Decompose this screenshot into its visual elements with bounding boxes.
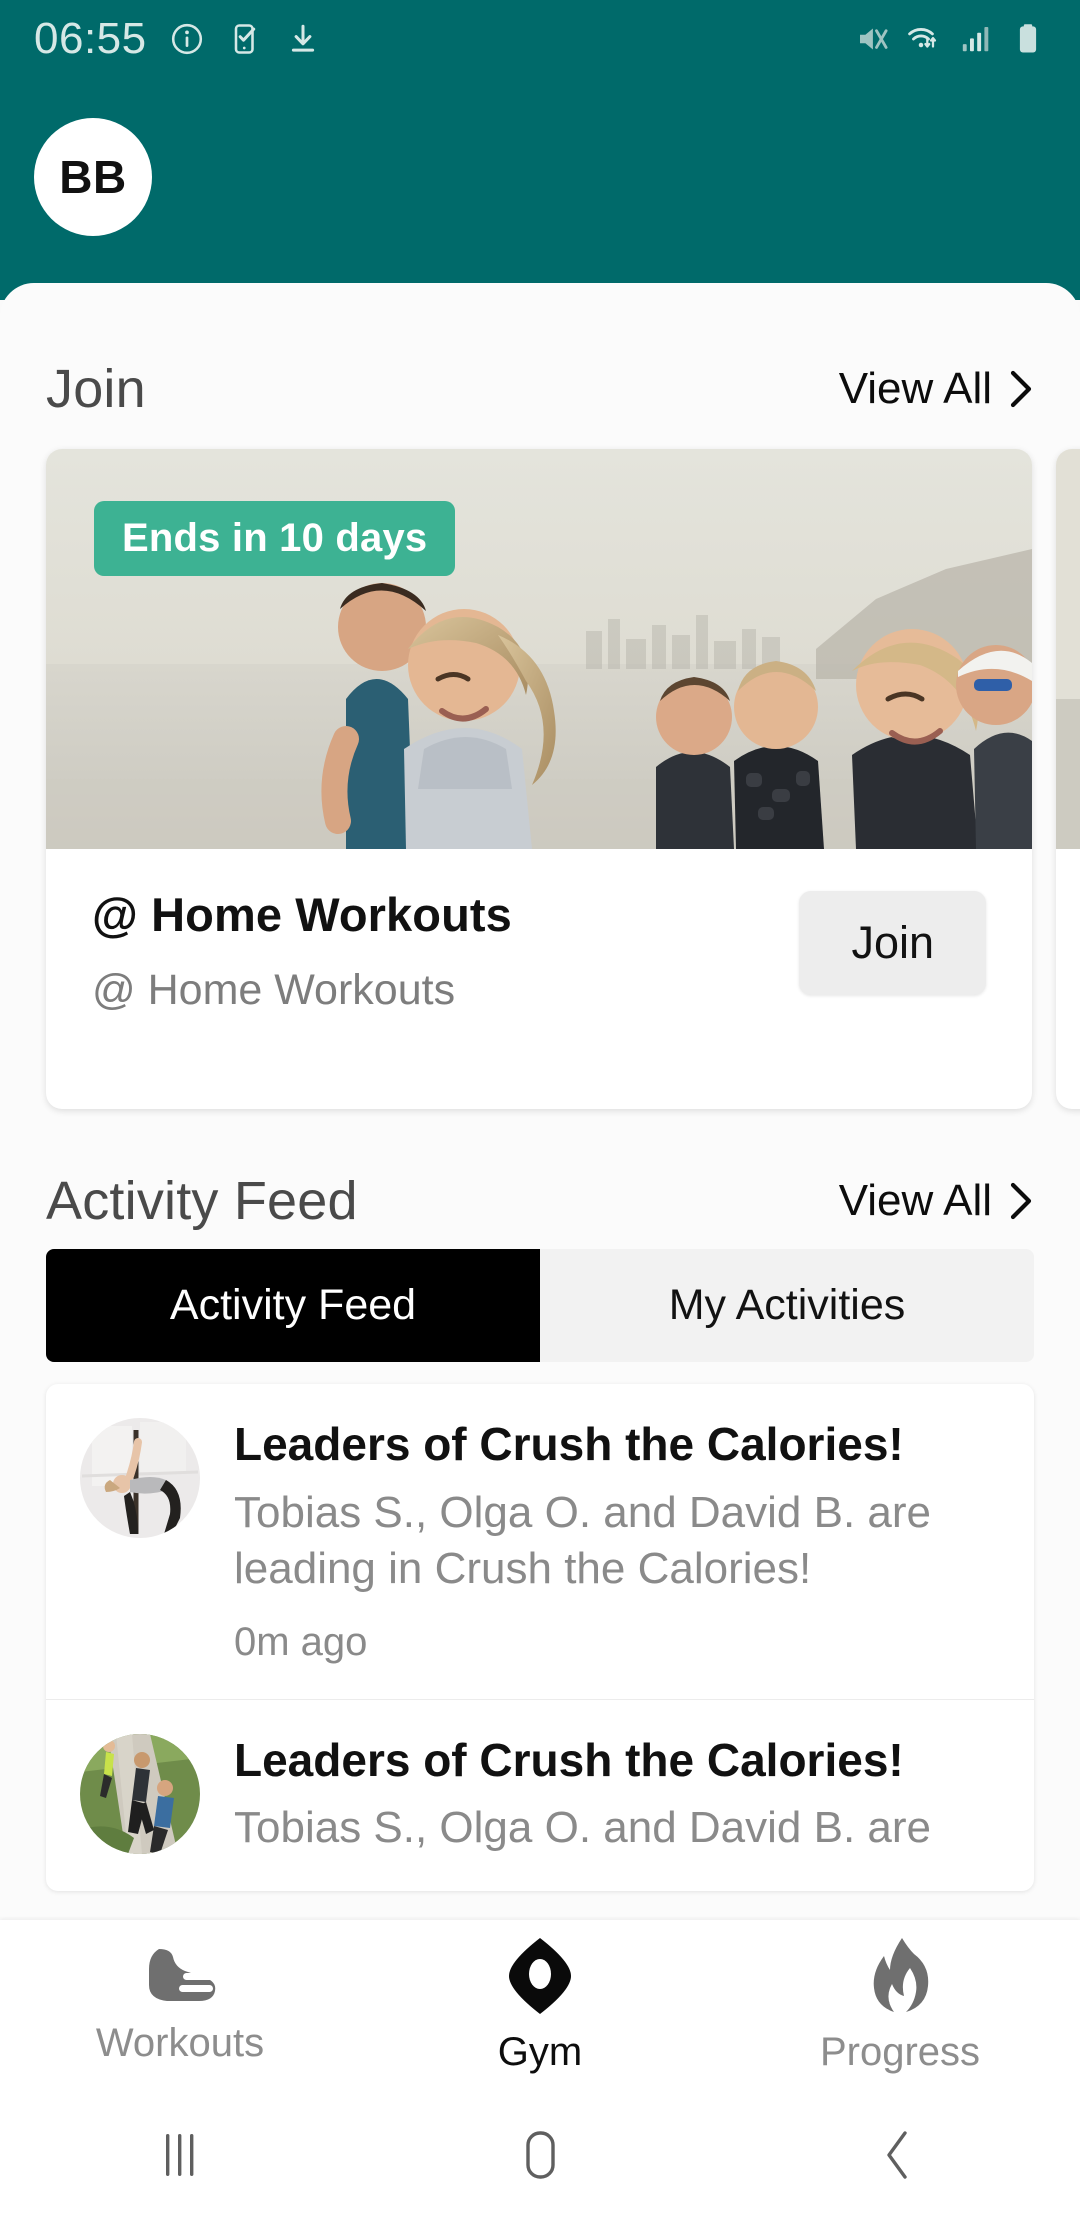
challenge-card-body: @ Home Workouts @ Home Workouts Join — [46, 849, 1032, 1015]
list-item[interactable]: Leaders of Crush the Calories! Tobias S.… — [46, 1700, 1034, 1891]
challenge-card-texts: @ Home Workouts @ Home Workouts — [92, 879, 799, 1015]
mute-icon — [860, 28, 888, 50]
back-button[interactable] — [720, 2127, 1080, 2183]
nav-item-gym[interactable]: Gym — [360, 1936, 720, 2075]
info-icon — [171, 23, 202, 55]
system-navigation-bar — [0, 2090, 1080, 2220]
feed-item-timestamp: 0m ago — [234, 1619, 368, 1664]
status-bar-left: 06:55 — [34, 17, 321, 61]
status-bar-right — [854, 21, 1046, 57]
gym-marker-icon — [509, 1937, 571, 2014]
activity-feed-section: Activity Feed View All Activity Feed My … — [0, 1153, 1080, 1891]
recents-icon — [166, 2134, 194, 2176]
avatar — [80, 1418, 200, 1538]
profile-avatar-button[interactable]: BB — [34, 118, 152, 236]
challenge-title: @ Home Workouts — [92, 888, 512, 941]
feed-item-title: Leaders of Crush the Calories! — [234, 1733, 904, 1786]
home-button[interactable] — [360, 2127, 720, 2183]
join-section-title: Join — [46, 359, 146, 419]
chevron-right-icon — [1010, 1182, 1032, 1220]
activity-section-title: Activity Feed — [46, 1171, 358, 1231]
challenge-subtitle: @ Home Workouts — [92, 966, 456, 1014]
activity-tabs: Activity Feed My Activities — [46, 1249, 1034, 1362]
nav-item-progress[interactable]: Progress — [720, 1936, 1080, 2075]
app-header: 06:55 BB — [0, 0, 1080, 300]
phone-check-icon — [234, 24, 255, 54]
challenge-card[interactable]: Ends in 10 days @ Home Workouts @ Home W… — [46, 449, 1032, 1109]
avatar — [80, 1733, 200, 1854]
list-item[interactable]: Leaders of Crush the Calories! Tobias S.… — [46, 1384, 1034, 1700]
challenge-hero-image-next — [1056, 449, 1080, 849]
tab-my-activities[interactable]: My Activities — [540, 1249, 1034, 1362]
avatar[interactable]: BB — [34, 118, 152, 236]
join-view-all-label: View All — [838, 364, 992, 413]
challenge-card-next[interactable] — [1056, 449, 1080, 1109]
join-section-header: Join View All — [0, 341, 1080, 437]
activity-view-all-label: View All — [838, 1176, 992, 1225]
join-view-all-button[interactable]: View All — [839, 364, 1034, 414]
activity-view-all-button[interactable]: View All — [839, 1176, 1034, 1226]
battery-icon — [1019, 24, 1037, 53]
list-item-content: Leaders of Crush the Calories! Tobias S.… — [234, 1734, 1000, 1857]
content-sheet: Join View All Ends in 10 days @ Home Wor… — [0, 283, 1080, 1917]
wifi-icon — [908, 27, 937, 48]
avatar-initials: BB — [59, 151, 127, 203]
list-item-content: Leaders of Crush the Calories! Tobias S.… — [234, 1418, 1000, 1665]
signal-icon — [962, 27, 989, 52]
bottom-navigation: Workouts Gym Progress — [0, 1920, 1080, 2090]
activity-feed-list: Leaders of Crush the Calories! Tobias S.… — [46, 1384, 1034, 1891]
nav-label-progress: Progress — [819, 2029, 981, 2074]
status-bar-clock: 06:55 — [34, 14, 147, 63]
outdoor-runners-photo — [80, 1733, 200, 1854]
join-challenge-button[interactable]: Join — [799, 891, 986, 995]
feed-item-title: Leaders of Crush the Calories! — [234, 1418, 904, 1470]
feed-item-body: Tobias S., Olga O. and David B. are lead… — [234, 1487, 932, 1594]
chevron-right-icon — [1010, 370, 1032, 408]
status-bar: 06:55 — [0, 0, 1080, 78]
shoe-icon — [149, 1948, 216, 2001]
flame-icon — [873, 1937, 929, 2012]
app-screen: 06:55 BB Join View All Ends in 10 days @… — [0, 0, 1080, 2220]
recents-button[interactable] — [0, 2128, 360, 2182]
yoga-pose-photo — [80, 1418, 200, 1538]
tab-activity-feed[interactable]: Activity Feed — [46, 1249, 540, 1362]
activity-section-header: Activity Feed View All — [0, 1153, 1080, 1249]
home-icon — [526, 2131, 555, 2179]
next-challenge-photo — [1056, 449, 1080, 849]
challenge-end-badge: Ends in 10 days — [94, 501, 456, 576]
challenge-carousel[interactable]: Ends in 10 days @ Home Workouts @ Home W… — [0, 449, 1080, 1129]
nav-label-gym: Gym — [497, 2029, 583, 2074]
challenge-hero-image: Ends in 10 days — [46, 449, 1032, 849]
download-icon — [291, 24, 314, 52]
feed-item-body: Tobias S., Olga O. and David B. are — [234, 1803, 932, 1853]
nav-item-workouts[interactable]: Workouts — [0, 1945, 360, 2066]
nav-label-workouts: Workouts — [95, 2020, 265, 2065]
back-icon — [887, 2131, 907, 2179]
